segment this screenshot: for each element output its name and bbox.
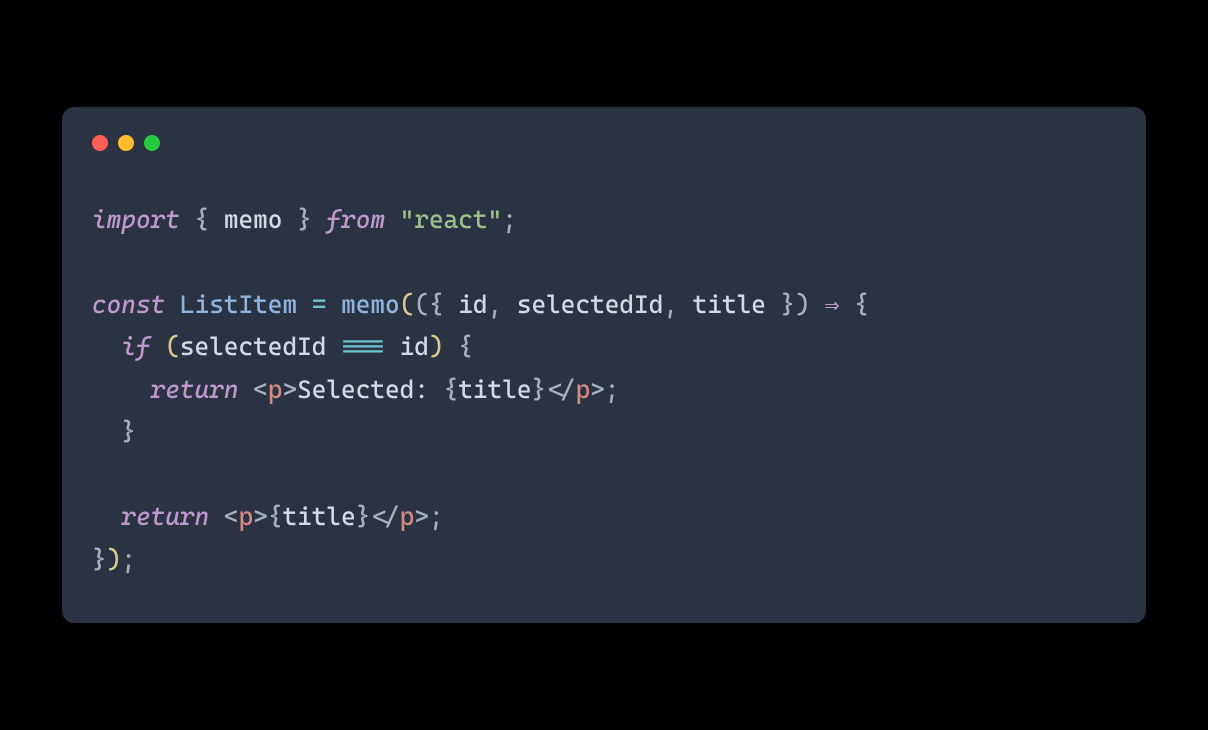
- code-line-1: import { memo } from "react";: [92, 205, 517, 234]
- code-line-9: });: [92, 545, 136, 574]
- code-line-3: const ListItem = memo(({ id, selectedId,…: [92, 290, 869, 319]
- minimize-icon[interactable]: [118, 135, 134, 151]
- code-line-6: }: [92, 417, 136, 446]
- code-line-4: if (selectedId === id) {: [92, 332, 473, 361]
- close-icon[interactable]: [92, 135, 108, 151]
- code-block: import { memo } from "react"; const List…: [92, 199, 1116, 582]
- window-controls: [92, 135, 1116, 151]
- code-line-5: return <p>Selected: {title}</p>;: [92, 375, 619, 404]
- code-window: import { memo } from "react"; const List…: [62, 107, 1146, 624]
- code-line-8: return <p>{title}</p>;: [92, 502, 444, 531]
- maximize-icon[interactable]: [144, 135, 160, 151]
